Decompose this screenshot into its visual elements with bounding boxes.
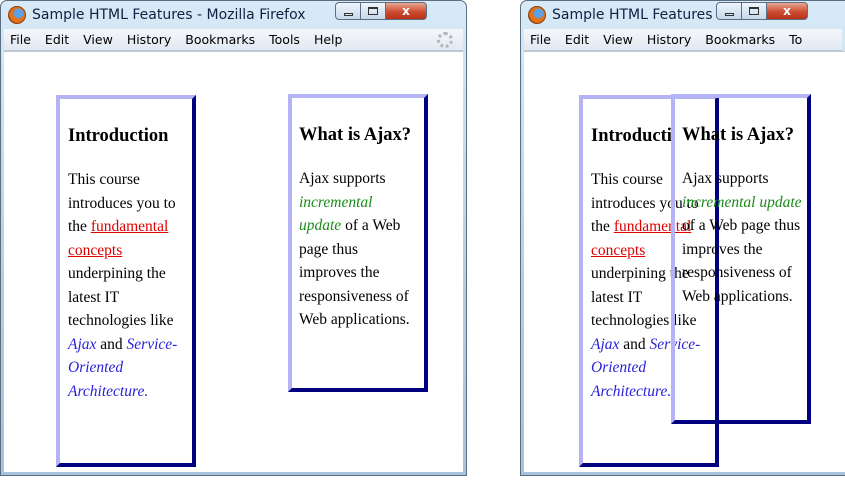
window-title: Sample HTML Features - ... (552, 7, 740, 23)
close-icon: x (402, 4, 410, 18)
menu-edit[interactable]: Edit (565, 32, 589, 47)
menu-help[interactable]: Help (314, 32, 343, 47)
firefox-window-right: Sample HTML Features - ... x File Edit V… (520, 0, 845, 476)
menu-bar: File Edit View History Bookmarks To (524, 29, 842, 51)
what-is-ajax-text: Ajax supports incremental update of a We… (299, 170, 410, 328)
menu-bar: File Edit View History Bookmarks Tools H… (4, 29, 463, 51)
menu-bookmarks[interactable]: Bookmarks (185, 32, 255, 47)
page-content: Introducti This course introduces you to… (524, 51, 845, 472)
maximize-icon (749, 7, 759, 15)
menu-tools[interactable]: Tools (269, 32, 300, 47)
close-icon: x (783, 4, 791, 18)
menu-file[interactable]: File (10, 32, 31, 47)
close-button[interactable]: x (385, 2, 427, 20)
what-is-ajax-text: Ajax supports incremental update of a We… (682, 170, 802, 305)
title-bar[interactable]: Sample HTML Features - Mozilla Firefox x (1, 1, 466, 29)
maximize-button[interactable] (741, 2, 767, 20)
title-bar[interactable]: Sample HTML Features - ... x (521, 1, 845, 29)
menu-bookmarks[interactable]: Bookmarks (705, 32, 775, 47)
what-is-ajax-heading: What is Ajax? (682, 125, 795, 145)
firefox-logo-icon (528, 6, 546, 24)
minimize-button[interactable] (335, 2, 361, 20)
introduction-heading: Introduction (68, 126, 169, 146)
menu-view[interactable]: View (83, 32, 113, 47)
window-controls: x (716, 2, 808, 20)
what-is-ajax-heading: What is Ajax? (299, 125, 412, 145)
firefox-window-left: Sample HTML Features - Mozilla Firefox x… (0, 0, 467, 476)
introduction-text: This course introduces you to the fundam… (68, 171, 178, 400)
ajax-link[interactable]: Ajax (591, 336, 619, 353)
minimize-icon (343, 12, 353, 16)
minimize-icon (724, 12, 734, 16)
window-title: Sample HTML Features - Mozilla Firefox (32, 7, 306, 23)
ajax-link[interactable]: Ajax (68, 336, 96, 353)
maximize-icon (368, 7, 378, 15)
what-is-ajax-box: What is Ajax? Ajax supports incremental … (288, 94, 428, 392)
menu-history[interactable]: History (647, 32, 691, 47)
menu-history[interactable]: History (127, 32, 171, 47)
close-button[interactable]: x (766, 2, 808, 20)
page-content: Introduction This course introduces you … (4, 51, 463, 472)
maximize-button[interactable] (360, 2, 386, 20)
throbber-icon (437, 32, 453, 48)
menu-file[interactable]: File (530, 32, 551, 47)
firefox-logo-icon (8, 6, 26, 24)
introduction-box: Introduction This course introduces you … (56, 95, 196, 467)
menu-view[interactable]: View (603, 32, 633, 47)
incremental-update-text: incremental update (682, 193, 802, 211)
window-controls: x (335, 2, 427, 20)
minimize-button[interactable] (716, 2, 742, 20)
menu-tools[interactable]: To (789, 32, 802, 47)
menu-edit[interactable]: Edit (45, 32, 69, 47)
what-is-ajax-box: What is Ajax? Ajax supports incremental … (671, 94, 811, 424)
